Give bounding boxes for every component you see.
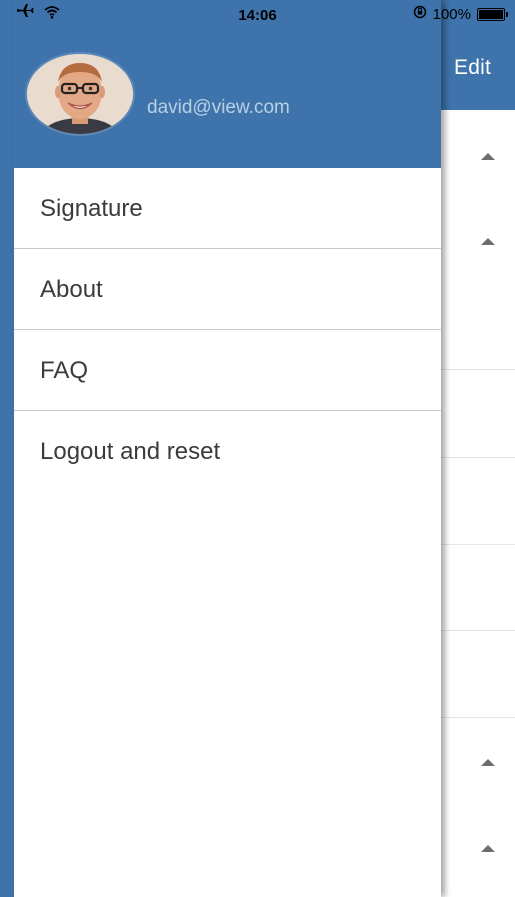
list-divider bbox=[441, 544, 515, 545]
rotation-lock-icon bbox=[413, 5, 427, 23]
list-divider bbox=[441, 717, 515, 718]
menu-item-label: About bbox=[40, 276, 103, 303]
menu-item-faq[interactable]: FAQ bbox=[14, 330, 441, 411]
avatar[interactable] bbox=[27, 54, 133, 134]
menu-item-label: Signature bbox=[40, 195, 143, 222]
collapse-caret-icon[interactable] bbox=[481, 153, 495, 160]
menu-item-about[interactable]: About bbox=[14, 249, 441, 330]
collapse-caret-icon[interactable] bbox=[481, 238, 495, 245]
collapse-caret-icon[interactable] bbox=[481, 845, 495, 852]
status-right: 100% bbox=[413, 5, 508, 23]
menu-item-label: Logout and reset bbox=[40, 438, 221, 465]
menu-item-logout[interactable]: Logout and reset bbox=[14, 411, 441, 491]
list-divider bbox=[441, 369, 515, 370]
drawer-left-edge bbox=[0, 0, 14, 897]
status-bar: 14:06 100% bbox=[0, 0, 515, 33]
drawer-menu: Signature About FAQ Logout and reset bbox=[14, 168, 441, 491]
menu-item-signature[interactable]: Signature bbox=[14, 168, 441, 249]
battery-percent: 100% bbox=[432, 5, 471, 23]
list-divider bbox=[441, 457, 515, 458]
collapse-caret-icon[interactable] bbox=[481, 759, 495, 766]
side-drawer: david@view.com Signature About FAQ Logou… bbox=[14, 0, 441, 897]
user-email: david@view.com bbox=[147, 97, 290, 118]
battery-icon bbox=[477, 7, 508, 21]
edit-button[interactable]: Edit bbox=[454, 56, 491, 80]
avatar-photo bbox=[27, 54, 133, 134]
list-divider bbox=[441, 630, 515, 631]
menu-item-label: FAQ bbox=[40, 357, 89, 384]
